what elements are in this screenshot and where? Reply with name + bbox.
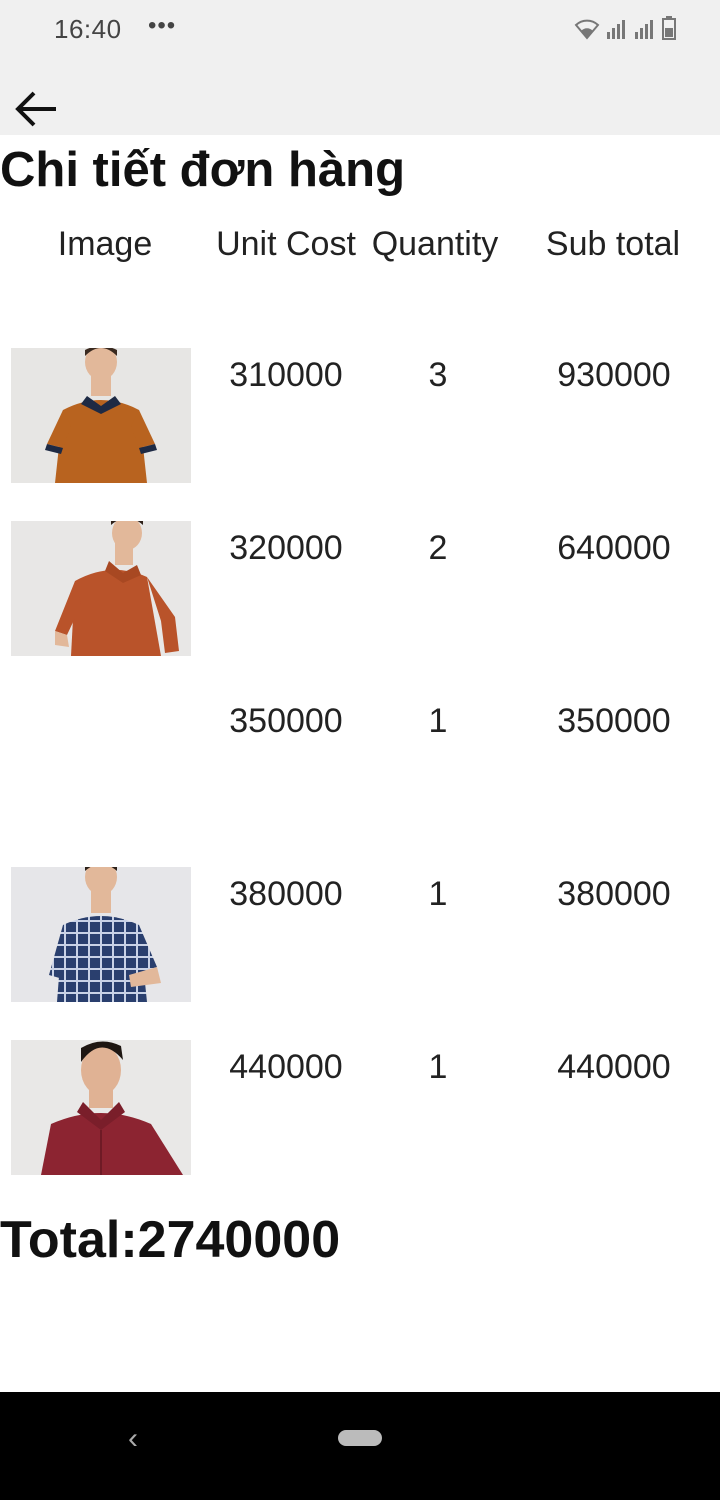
status-bar: 16:40 ••• (0, 0, 720, 60)
sub-total-cell: 640000 (557, 529, 671, 567)
quantity-cell: 1 (428, 1048, 448, 1086)
more-notifications-icon: ••• (148, 12, 177, 39)
signal-icon (635, 20, 653, 39)
header-unit-cost: Unit Cost (216, 225, 356, 263)
quantity-cell: 3 (428, 356, 448, 394)
unit-cost-cell: 320000 (229, 529, 343, 567)
nav-back-icon[interactable]: ‹ (128, 1422, 152, 1462)
unit-cost-cell: 440000 (229, 1048, 343, 1086)
total-label: Total: (0, 1211, 138, 1269)
order-items-list: 310000 3 930000 320000 2 640000 350000 1… (0, 348, 720, 1213)
product-image-empty (11, 694, 191, 829)
product-image (11, 867, 191, 1002)
header-quantity: Quantity (371, 225, 499, 263)
sub-total-cell: 380000 (557, 875, 671, 913)
header-image: Image (57, 225, 153, 263)
back-button[interactable] (12, 84, 62, 134)
quantity-cell: 1 (428, 702, 448, 740)
total-value: 2740000 (137, 1211, 341, 1269)
unit-cost-cell: 350000 (229, 702, 343, 740)
table-row: 380000 1 380000 (0, 867, 720, 1040)
table-header: Image Unit Cost Quantity Sub total (0, 222, 720, 322)
system-nav-bar: ‹ (0, 1392, 720, 1500)
order-total: Total:2740000 (0, 1210, 340, 1270)
app-bar (0, 60, 720, 135)
product-image (11, 1040, 191, 1175)
product-image (11, 348, 191, 483)
nav-home-pill[interactable] (338, 1430, 382, 1446)
table-row: 310000 3 930000 (0, 348, 720, 521)
wifi-icon (574, 19, 600, 40)
sub-total-cell: 930000 (557, 356, 671, 394)
battery-icon (662, 16, 676, 40)
quantity-cell: 1 (428, 875, 448, 913)
sub-total-cell: 350000 (557, 702, 671, 740)
unit-cost-cell: 310000 (229, 356, 343, 394)
table-row: 320000 2 640000 (0, 521, 720, 694)
quantity-cell: 2 (428, 529, 448, 567)
table-row: 440000 1 440000 (0, 1040, 720, 1213)
sub-total-cell: 440000 (557, 1048, 671, 1086)
table-row: 350000 1 350000 (0, 694, 720, 867)
unit-cost-cell: 380000 (229, 875, 343, 913)
signal-icon (607, 20, 625, 39)
arrow-left-icon (15, 91, 56, 127)
header-sub-total: Sub total (545, 225, 681, 263)
page-title: Chi tiết đơn hàng (0, 143, 406, 197)
system-icons (574, 16, 676, 40)
product-image (11, 521, 191, 656)
status-time: 16:40 (54, 14, 122, 44)
